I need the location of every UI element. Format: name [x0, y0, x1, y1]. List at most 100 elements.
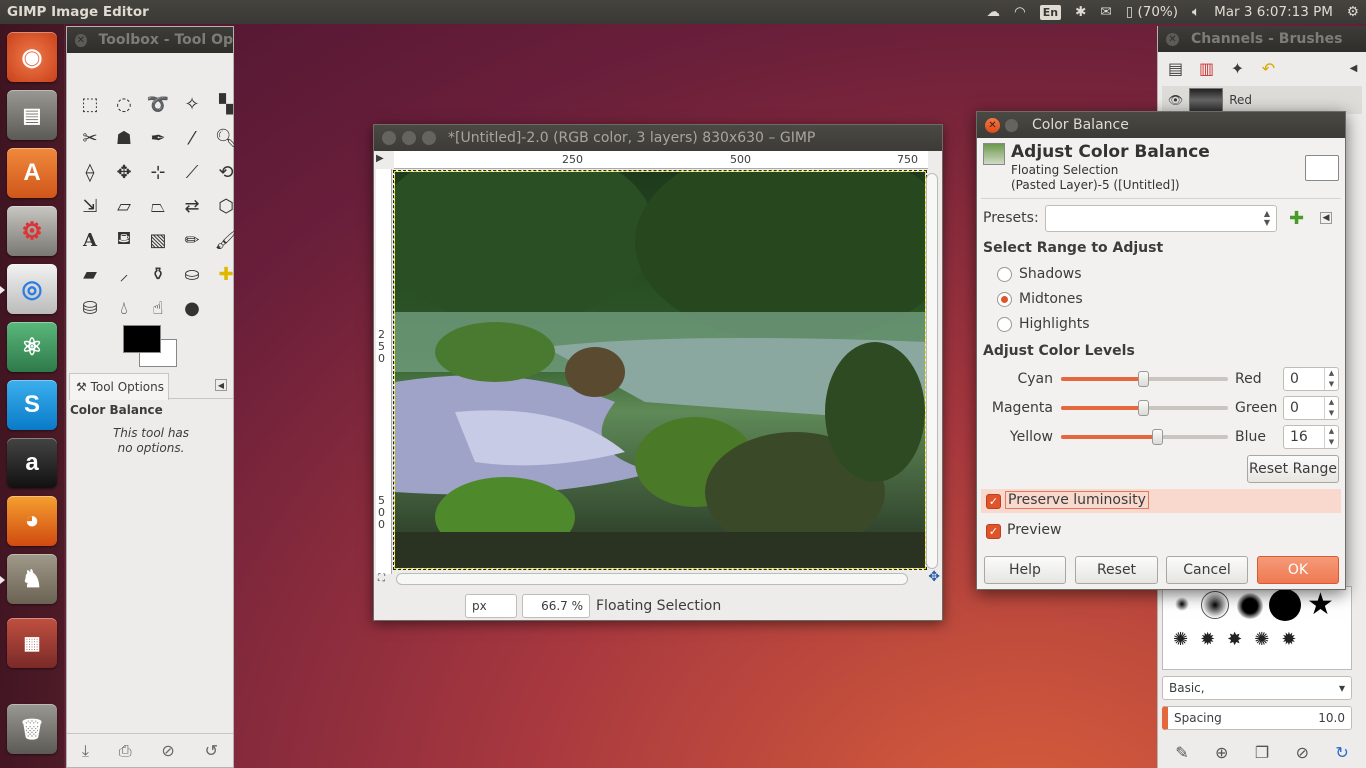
highlights-label[interactable]: Highlights — [1019, 316, 1090, 332]
unit-selector[interactable]: px — [465, 594, 517, 618]
maximize-window-button[interactable] — [422, 131, 436, 145]
preview-checkbox[interactable]: ✓ — [986, 524, 1001, 539]
horizontal-ruler[interactable]: 250 500 750 — [394, 151, 928, 169]
wifi-icon[interactable]: ◠ — [1007, 0, 1033, 24]
lasso-icon[interactable]: ➰ — [141, 87, 175, 121]
add-preset-icon[interactable]: ✚ — [1289, 208, 1304, 229]
cage-transform-icon[interactable]: ⬡ — [209, 189, 243, 223]
quick-mask-menu-icon[interactable]: ▶ — [376, 153, 392, 167]
volume-icon[interactable]: 🔈︎ — [1185, 0, 1207, 24]
layers-tab-icon[interactable]: ▤ — [1160, 54, 1191, 82]
move-icon[interactable]: ✥ — [107, 155, 141, 189]
dialog-titlebar[interactable]: ✕ Color Balance — [977, 112, 1345, 138]
vertical-ruler[interactable]: 250 500 — [376, 169, 392, 574]
spin-arrows-icon[interactable]: ▲ ▼ — [1324, 368, 1338, 390]
brush-fuzzy-small[interactable] — [1175, 597, 1189, 611]
maximize-dialog-button[interactable] — [1005, 118, 1018, 132]
brushes-grid[interactable]: ★ ✺✹✸✺✹ — [1162, 586, 1352, 670]
ellipse-select-icon[interactable]: ◌ — [107, 87, 141, 121]
cyan-red-slider[interactable] — [1061, 371, 1228, 387]
ubuntu-dash-icon[interactable]: ◉ — [7, 32, 57, 82]
clone-icon[interactable]: ⛀ — [175, 257, 209, 291]
layer-preview-button[interactable] — [1305, 155, 1339, 181]
firefox-icon[interactable]: ◕ — [7, 496, 57, 546]
blend-icon[interactable]: ▧ — [141, 223, 175, 257]
visibility-eye-icon[interactable]: 👁︎ — [1168, 93, 1183, 107]
power-gear-icon[interactable]: ⚙ — [1340, 0, 1366, 24]
workspace-switcher-icon[interactable]: ▦ — [7, 618, 57, 668]
spacing-slider[interactable]: Spacing 10.0 — [1162, 706, 1352, 730]
chrome-icon[interactable]: ◎ — [7, 264, 57, 314]
image-window-titlebar[interactable]: *[Untitled]-2.0 (RGB color, 3 layers) 83… — [374, 125, 942, 151]
tab-menu-arrow-icon[interactable]: ◀ — [215, 379, 227, 391]
save-options-icon[interactable]: ⤓ — [82, 741, 89, 761]
refresh-brushes-icon[interactable]: ↻ — [1335, 743, 1348, 762]
delete-options-icon[interactable]: ⊘ — [161, 741, 174, 760]
bluetooth-icon[interactable]: ✱ — [1068, 0, 1093, 24]
yellow-blue-slider[interactable] — [1061, 429, 1228, 445]
spin-arrows-icon[interactable]: ▲ ▼ — [1324, 397, 1338, 419]
channels-tab-icon[interactable]: ▥ — [1191, 54, 1222, 82]
crop-icon[interactable]: ⟋ — [175, 155, 209, 189]
duplicate-brush-icon[interactable]: ❐ — [1255, 743, 1269, 762]
spin-arrows-icon[interactable]: ▲ ▼ — [1324, 426, 1338, 448]
dock-menu-arrow-icon[interactable]: ◀ — [1338, 54, 1366, 82]
brush-set-combo[interactable]: Basic, ▾ — [1162, 676, 1352, 700]
vertical-scrollbar[interactable] — [926, 173, 938, 569]
zoom-selector[interactable]: 66.7 % — [522, 594, 590, 618]
blur-icon[interactable]: 💧︎ — [107, 291, 141, 325]
measure-icon[interactable]: ⟠ — [73, 155, 107, 189]
minimize-window-button[interactable] — [402, 131, 416, 145]
paths-icon[interactable]: ✒ — [141, 121, 175, 155]
text-icon[interactable]: A — [73, 223, 107, 257]
atom-icon[interactable]: ⚛ — [7, 322, 57, 372]
cyan-red-spinbox[interactable]: 0 ▲ ▼ — [1283, 367, 1339, 391]
brush-fuzzy-medium[interactable] — [1201, 591, 1229, 619]
close-icon[interactable]: ✕ — [1166, 32, 1179, 46]
edit-brush-icon[interactable]: ✎ — [1175, 743, 1188, 762]
perspective-icon[interactable]: ⏢ — [141, 189, 175, 223]
reset-options-icon[interactable]: ↺ — [205, 741, 218, 760]
foreground-color-swatch[interactable] — [123, 325, 161, 353]
close-window-button[interactable] — [382, 131, 396, 145]
image-canvas[interactable] — [393, 170, 927, 570]
heal-icon[interactable]: ✚ — [209, 257, 243, 291]
restore-options-icon[interactable]: ⎙ — [119, 741, 132, 761]
bucket-fill-icon[interactable]: ⛾ — [107, 223, 141, 257]
software-center-icon[interactable]: A — [7, 148, 57, 198]
preserve-luminosity-label[interactable]: Preserve luminosity — [1005, 491, 1149, 509]
color-picker-icon[interactable]: ⁄ — [175, 121, 209, 155]
fuzzy-select-icon[interactable]: ✧ — [175, 87, 209, 121]
brush-hard-large[interactable] — [1269, 589, 1301, 621]
radio-midtones[interactable] — [997, 292, 1012, 307]
eraser-icon[interactable]: ▰ — [73, 257, 107, 291]
foreground-select-icon[interactable]: ☗ — [107, 121, 141, 155]
preserve-luminosity-checkbox[interactable]: ✓ — [986, 494, 1001, 509]
trash-icon[interactable]: 🗑︎ — [7, 704, 57, 754]
magenta-green-spinbox[interactable]: 0 ▲ ▼ — [1283, 396, 1339, 420]
rect-select-icon[interactable]: ⬚ — [73, 87, 107, 121]
reset-range-button[interactable]: Reset Range — [1247, 455, 1339, 483]
cyan-red-knob[interactable] — [1138, 371, 1149, 387]
navigate-icon[interactable]: ✥ — [928, 569, 940, 585]
yellow-blue-knob[interactable] — [1152, 429, 1163, 445]
paintbrush-icon[interactable]: 🖌︎ — [209, 223, 243, 257]
files-icon[interactable]: ▤ — [7, 90, 57, 140]
delete-brush-icon[interactable]: ⊘ — [1296, 743, 1309, 762]
brush-fuzzy-large[interactable] — [1237, 593, 1263, 619]
shadows-label[interactable]: Shadows — [1019, 266, 1082, 282]
ok-button[interactable]: OK — [1257, 556, 1339, 584]
midtones-label[interactable]: Midtones — [1019, 291, 1083, 307]
tab-tool-options[interactable]: ⚒ Tool Options — [69, 373, 169, 400]
select-by-color-icon[interactable]: ▚ — [209, 87, 243, 121]
flip-icon[interactable]: ⇄ — [175, 189, 209, 223]
smudge-icon[interactable]: ☝ — [141, 291, 175, 325]
magenta-green-knob[interactable] — [1138, 400, 1149, 416]
zoom-fit-icon[interactable]: ⛶ — [378, 573, 385, 584]
scissors-icon[interactable]: ✂ — [73, 121, 107, 155]
close-icon[interactable]: ✕ — [75, 33, 87, 47]
horizontal-scrollbar[interactable] — [396, 573, 908, 585]
reset-button[interactable]: Reset — [1075, 556, 1158, 584]
close-dialog-button[interactable]: ✕ — [985, 117, 1000, 133]
skype-icon[interactable]: S — [7, 380, 57, 430]
